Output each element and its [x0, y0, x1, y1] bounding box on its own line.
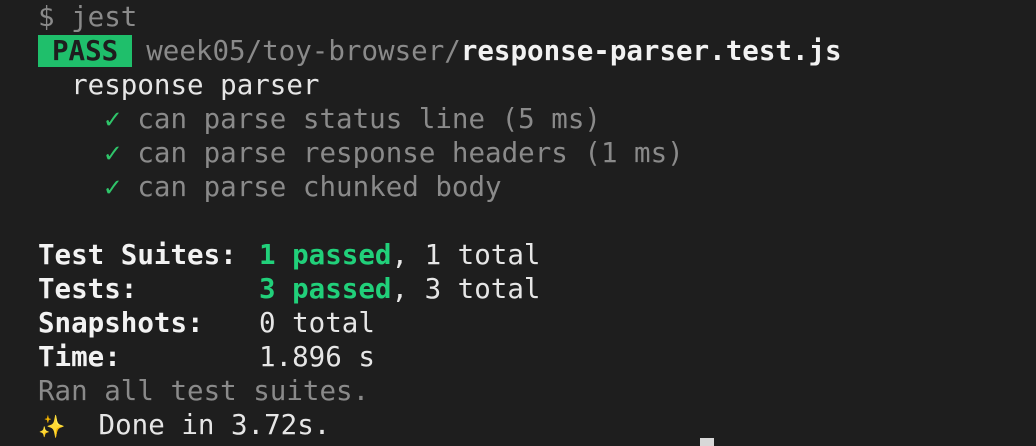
summary-value: 0 total	[259, 307, 375, 339]
summary-label: Time:	[38, 341, 121, 373]
checkmark-icon: ✓	[104, 137, 121, 169]
prompt-symbol: $	[38, 1, 55, 33]
test-case-label: can parse chunked body	[137, 171, 502, 203]
test-result-line: PASS week05/toy-browser/response-parser.t…	[38, 34, 842, 68]
pass-badge: PASS	[38, 35, 133, 67]
summary-passed-count: 1 passed	[259, 239, 392, 271]
next-prompt-partial	[38, 436, 718, 446]
suite-name-line: response parser	[38, 68, 319, 102]
summary-snapshots: Snapshots: 0 total	[38, 306, 375, 340]
summary-time: Time: 1.896 s	[38, 340, 375, 374]
summary-passed-count: 3 passed	[259, 273, 392, 305]
test-case-row: ✓ can parse response headers (1 ms)	[38, 136, 684, 170]
prompt-line: $ jest	[38, 0, 137, 34]
suite-name: response parser	[71, 69, 320, 101]
summary-label: Snapshots:	[38, 307, 204, 339]
test-case-row: ✓ can parse chunked body	[38, 170, 502, 204]
test-file-dir: week05/toy-browser/	[146, 35, 461, 67]
test-case-duration: (5 ms)	[501, 103, 601, 135]
summary-value: 1.896 s	[259, 341, 375, 373]
test-file-name: response-parser.test.js	[460, 35, 842, 67]
test-case-row: ✓ can parse status line (5 ms)	[38, 102, 601, 136]
terminal-window[interactable]: $ jest PASS week05/toy-browser/response-p…	[0, 0, 1036, 446]
summary-test-suites: Test Suites: 1 passed, 1 total	[38, 238, 540, 272]
summary-label: Tests:	[38, 273, 138, 305]
test-case-label: can parse status line	[137, 103, 486, 135]
checkmark-icon: ✓	[104, 103, 121, 135]
test-case-duration: (1 ms)	[584, 137, 684, 169]
summary-tests: Tests: 3 passed, 3 total	[38, 272, 540, 306]
checkmark-icon: ✓	[104, 171, 121, 203]
prompt-command: jest	[71, 1, 138, 33]
summary-label: Test Suites:	[38, 239, 237, 271]
ran-all-line: Ran all test suites.	[38, 374, 369, 408]
test-case-label: can parse response headers	[137, 137, 568, 169]
cursor-block	[700, 438, 714, 446]
ran-all-text: Ran all test suites.	[38, 375, 370, 407]
summary-total: , 3 total	[391, 273, 541, 305]
summary-total: , 1 total	[391, 239, 541, 271]
